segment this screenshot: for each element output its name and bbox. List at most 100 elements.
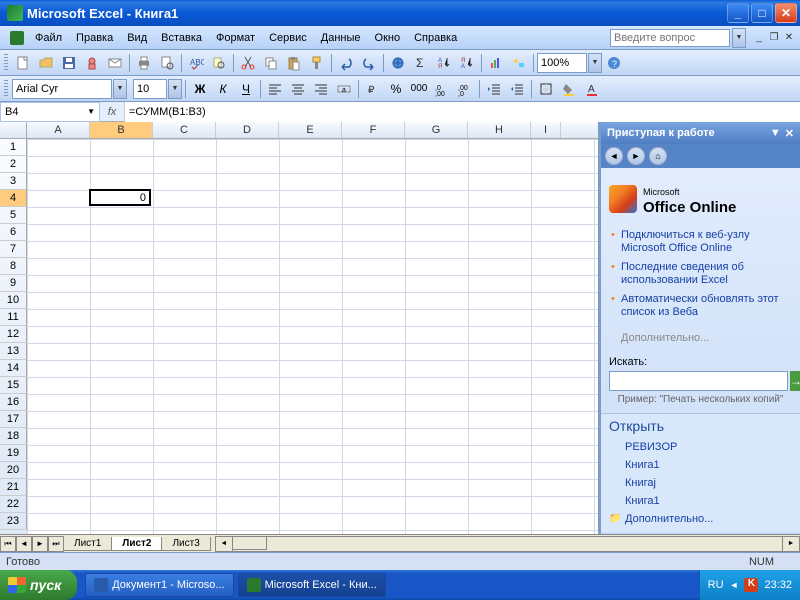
menu-data[interactable]: Данные xyxy=(314,29,368,47)
underline-icon[interactable]: Ч xyxy=(235,78,257,100)
row-header[interactable]: 19 xyxy=(0,445,27,462)
taskpane-link[interactable]: Подключиться к веб-узлу Microsoft Office… xyxy=(609,226,792,258)
start-button[interactable]: пуск xyxy=(0,570,77,600)
doc-minimize-button[interactable]: _ xyxy=(752,31,766,45)
save-icon[interactable] xyxy=(58,52,80,74)
taskpane-dropdown-icon[interactable]: ▼ xyxy=(770,127,781,140)
sheet-tab[interactable]: Лист1 xyxy=(63,537,112,551)
copy-icon[interactable] xyxy=(260,52,282,74)
fill-color-icon[interactable] xyxy=(558,78,580,100)
align-left-icon[interactable] xyxy=(264,78,286,100)
row-header[interactable]: 3 xyxy=(0,173,27,190)
row-header[interactable]: 16 xyxy=(0,394,27,411)
bold-icon[interactable]: Ж xyxy=(189,78,211,100)
merge-center-icon[interactable]: a xyxy=(333,78,355,100)
col-header[interactable]: A xyxy=(27,122,90,138)
window-minimize-button[interactable]: _ xyxy=(727,3,749,23)
row-header[interactable]: 17 xyxy=(0,411,27,428)
active-cell[interactable]: 0 xyxy=(89,189,151,206)
sheet-tab[interactable]: Лист3 xyxy=(161,537,210,551)
doc-restore-button[interactable]: ❐ xyxy=(767,31,781,45)
taskpane-home-icon[interactable]: ⌂ xyxy=(649,147,667,165)
currency-icon[interactable]: ₽ xyxy=(362,78,384,100)
col-header[interactable]: I xyxy=(531,122,561,138)
recent-file-link[interactable]: Книгаj xyxy=(609,474,792,492)
recent-file-link[interactable]: Книга1 xyxy=(609,492,792,510)
zoom-select[interactable]: 100% xyxy=(537,53,587,73)
increase-decimal-icon[interactable]: ,0,00 xyxy=(431,78,453,100)
align-right-icon[interactable] xyxy=(310,78,332,100)
row-header[interactable]: 18 xyxy=(0,428,27,445)
row-header[interactable]: 20 xyxy=(0,462,27,479)
spreadsheet-grid[interactable]: A B C D E F G H I 1 2 3 4 5 6 7 8 9 10 1… xyxy=(0,122,598,534)
email-icon[interactable] xyxy=(104,52,126,74)
row-header[interactable]: 11 xyxy=(0,309,27,326)
row-header[interactable]: 8 xyxy=(0,258,27,275)
horizontal-scrollbar[interactable] xyxy=(215,536,800,552)
col-header[interactable]: B xyxy=(90,122,153,138)
permission-icon[interactable] xyxy=(81,52,103,74)
print-icon[interactable] xyxy=(133,52,155,74)
lang-indicator[interactable]: RU xyxy=(708,579,724,591)
font-color-icon[interactable]: A xyxy=(581,78,603,100)
doc-close-button[interactable]: ✕ xyxy=(782,31,796,45)
toolbar-grip[interactable] xyxy=(4,54,8,72)
taskbar-item-excel[interactable]: Microsoft Excel - Кни... xyxy=(238,573,386,597)
font-dropdown-icon[interactable]: ▼ xyxy=(113,79,127,99)
row-header[interactable]: 15 xyxy=(0,377,27,394)
row-header[interactable]: 1 xyxy=(0,139,27,156)
taskbar-item-word[interactable]: Документ1 - Microso... xyxy=(85,573,233,597)
drawing-icon[interactable] xyxy=(508,52,530,74)
autosum-icon[interactable]: Σ xyxy=(410,52,432,74)
menu-file[interactable]: Файл xyxy=(28,29,69,47)
format-painter-icon[interactable] xyxy=(306,52,328,74)
open-more-link[interactable]: Дополнительно... xyxy=(609,510,792,528)
row-header[interactable]: 10 xyxy=(0,292,27,309)
paste-icon[interactable] xyxy=(283,52,305,74)
taskpane-link[interactable]: Последние сведения об использовании Exce… xyxy=(609,258,792,290)
taskpane-close-icon[interactable]: ✕ xyxy=(785,127,794,140)
col-header[interactable]: G xyxy=(405,122,468,138)
row-header[interactable]: 22 xyxy=(0,496,27,513)
hyperlink-icon[interactable] xyxy=(387,52,409,74)
open-file-icon[interactable] xyxy=(35,52,57,74)
taskpane-search-go-button[interactable]: → xyxy=(790,371,800,391)
tab-next-icon[interactable]: ► xyxy=(32,536,48,552)
help-search-input[interactable] xyxy=(610,29,730,47)
toolbar-grip[interactable] xyxy=(4,80,8,98)
undo-icon[interactable] xyxy=(335,52,357,74)
row-header[interactable]: 4 xyxy=(0,190,27,207)
research-icon[interactable] xyxy=(208,52,230,74)
tab-prev-icon[interactable]: ◄ xyxy=(16,536,32,552)
cells-area[interactable]: 0 xyxy=(27,139,598,534)
percent-icon[interactable]: % xyxy=(385,78,407,100)
row-header[interactable]: 23 xyxy=(0,513,27,530)
row-header[interactable]: 9 xyxy=(0,275,27,292)
menu-edit[interactable]: Правка xyxy=(69,29,120,47)
col-header[interactable]: H xyxy=(468,122,531,138)
col-header[interactable]: C xyxy=(153,122,216,138)
increase-indent-icon[interactable] xyxy=(506,78,528,100)
menu-help[interactable]: Справка xyxy=(407,29,464,47)
comma-style-icon[interactable]: 000 xyxy=(408,78,430,100)
menu-format[interactable]: Формат xyxy=(209,29,262,47)
menu-view[interactable]: Вид xyxy=(120,29,154,47)
row-header[interactable]: 13 xyxy=(0,343,27,360)
print-preview-icon[interactable] xyxy=(156,52,178,74)
window-close-button[interactable]: ✕ xyxy=(775,3,797,23)
help-dropdown-icon[interactable]: ▼ xyxy=(732,28,746,48)
window-maximize-button[interactable]: □ xyxy=(751,3,773,23)
formula-input[interactable] xyxy=(124,102,800,122)
zoom-dropdown-icon[interactable]: ▼ xyxy=(588,53,602,73)
name-box[interactable]: B4▼ xyxy=(0,102,100,122)
spellcheck-icon[interactable]: ABC xyxy=(185,52,207,74)
cut-icon[interactable] xyxy=(237,52,259,74)
menu-window[interactable]: Окно xyxy=(368,29,408,47)
taskpane-search-input[interactable] xyxy=(609,371,788,391)
help-icon[interactable]: ? xyxy=(603,52,625,74)
taskpane-more-link[interactable]: Дополнительно... xyxy=(609,328,792,348)
font-size-select[interactable]: 10 xyxy=(133,79,167,99)
col-header[interactable]: D xyxy=(216,122,279,138)
tray-arrow-icon[interactable]: ◄ xyxy=(730,580,739,590)
chart-wizard-icon[interactable] xyxy=(485,52,507,74)
